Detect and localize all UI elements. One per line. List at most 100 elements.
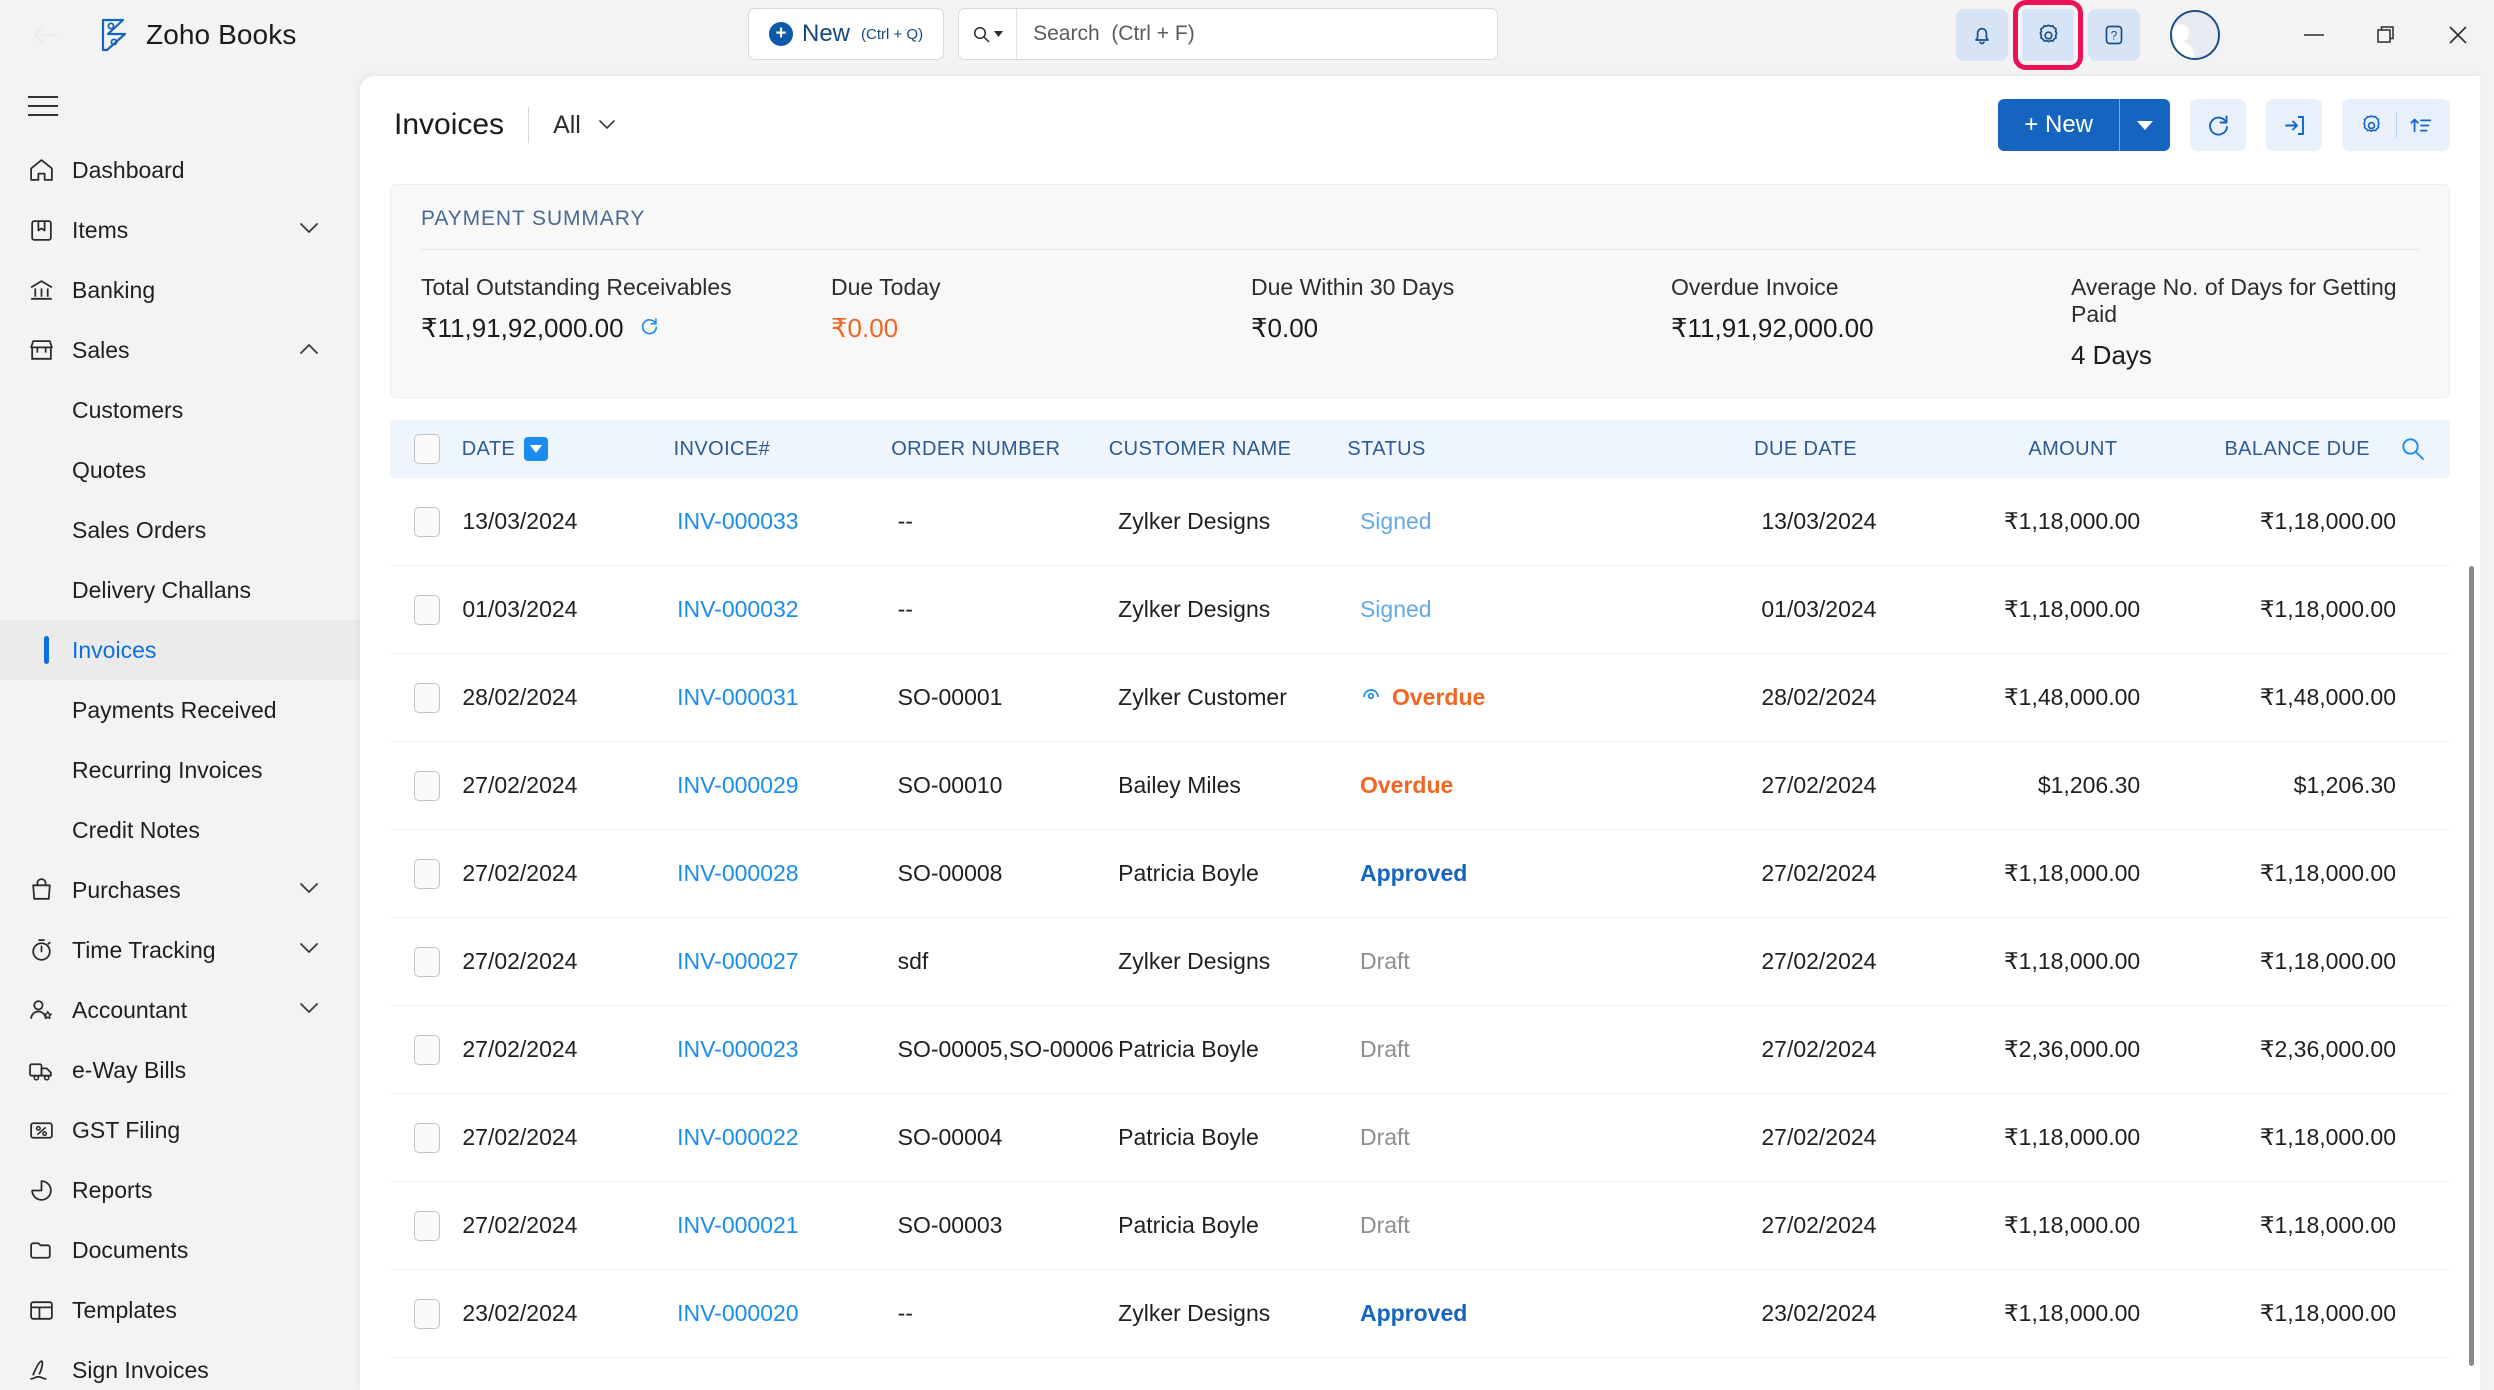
import-export-button[interactable]: [2266, 99, 2322, 151]
invoice-link[interactable]: INV-000022: [677, 1124, 798, 1150]
summary-metric-value: ₹0.00: [1251, 313, 1318, 344]
table-search-button[interactable]: [2400, 436, 2450, 462]
notifications-bell-button[interactable]: [1956, 9, 2008, 61]
filter-down-icon[interactable]: [524, 437, 548, 461]
table-row[interactable]: 27/02/2024INV-000022SO-00004Patricia Boy…: [390, 1094, 2450, 1182]
invoice-link[interactable]: INV-000031: [677, 684, 798, 710]
window-restore-button[interactable]: [2350, 0, 2422, 70]
row-checkbox[interactable]: [414, 771, 440, 801]
sidebar-item-gst-filing[interactable]: GST Filing: [0, 1100, 360, 1160]
sidebar-item-time-tracking[interactable]: Time Tracking: [0, 920, 360, 980]
column-header-invoice[interactable]: INVOICE#: [674, 438, 892, 461]
invoice-link[interactable]: INV-000029: [677, 772, 798, 798]
row-checkbox[interactable]: [414, 1211, 440, 1241]
cell-status: Signed: [1360, 596, 1641, 623]
window-minimize-button[interactable]: [2278, 0, 2350, 70]
column-header-amount[interactable]: AMOUNT: [1875, 438, 2131, 461]
cell-order-number: SO-00003: [898, 1211, 1119, 1240]
sidebar-item-reports[interactable]: Reports: [0, 1160, 360, 1220]
sidebar-item-accountant[interactable]: Accountant: [0, 980, 360, 1040]
row-checkbox[interactable]: [414, 1299, 440, 1329]
sidebar-item-payments-received[interactable]: Payments Received: [0, 680, 360, 740]
vertical-scrollbar[interactable]: [2469, 566, 2474, 1366]
select-all-checkbox[interactable]: [414, 434, 440, 464]
refresh-icon[interactable]: [638, 313, 660, 344]
search-input[interactable]: [1017, 9, 1497, 59]
column-header-status[interactable]: STATUS: [1347, 438, 1624, 461]
sidebar-item-banking[interactable]: Banking: [0, 260, 360, 320]
table-row[interactable]: 27/02/2024INV-000023SO-00005,SO-00006Pat…: [390, 1006, 2450, 1094]
column-header-order-number[interactable]: ORDER NUMBER: [891, 438, 1109, 461]
table-row[interactable]: 27/02/2024INV-000021SO-00003Patricia Boy…: [390, 1182, 2450, 1270]
sidebar-item-e-way-bills[interactable]: e-Way Bills: [0, 1040, 360, 1100]
row-checkbox[interactable]: [414, 1035, 440, 1065]
sidebar-item-sales[interactable]: Sales: [0, 320, 360, 380]
cell-balance-due: ₹1,18,000.00: [2154, 596, 2426, 623]
global-new-button[interactable]: + New (Ctrl + Q): [748, 8, 944, 60]
sidebar-item-purchases[interactable]: Purchases: [0, 860, 360, 920]
view-filter-dropdown[interactable]: All: [553, 111, 615, 140]
column-header-balance-due[interactable]: BALANCE DUE: [2131, 438, 2400, 461]
settings-gear-button[interactable]: [2022, 9, 2074, 61]
order-number-text: SO-00001: [898, 684, 1003, 710]
invoice-link[interactable]: INV-000021: [677, 1212, 798, 1238]
chevron-down-icon[interactable]: [300, 1001, 318, 1019]
row-checkbox[interactable]: [414, 507, 440, 537]
invoice-link[interactable]: INV-000032: [677, 596, 798, 622]
invoice-link[interactable]: INV-000020: [677, 1300, 798, 1326]
row-checkbox[interactable]: [414, 947, 440, 977]
sidebar-item-sign-invoices[interactable]: Sign Invoices: [0, 1340, 360, 1390]
search-category-dropdown[interactable]: [959, 9, 1017, 59]
invoice-link[interactable]: INV-000033: [677, 508, 798, 534]
table-row[interactable]: 23/02/2024INV-000020--Zylker DesignsAppr…: [390, 1270, 2450, 1358]
sidebar-item-customers[interactable]: Customers: [0, 380, 360, 440]
sidebar-item-recurring-invoices[interactable]: Recurring Invoices: [0, 740, 360, 800]
row-checkbox[interactable]: [414, 595, 440, 625]
gear-icon[interactable]: [2359, 113, 2384, 138]
chevron-down-icon[interactable]: [300, 221, 318, 239]
chevron-down-icon[interactable]: [300, 881, 318, 899]
cell-amount: ₹1,18,000.00: [1894, 508, 2154, 535]
new-invoice-dropdown-toggle[interactable]: [2120, 121, 2170, 130]
invoice-link[interactable]: INV-000027: [677, 948, 798, 974]
chevron-up-icon[interactable]: [300, 341, 318, 359]
table-settings-group[interactable]: [2342, 99, 2450, 151]
status-badge: Signed: [1360, 596, 1432, 622]
column-header-customer-name[interactable]: CUSTOMER NAME: [1109, 438, 1348, 461]
help-button[interactable]: ?: [2088, 9, 2140, 61]
global-search[interactable]: [958, 8, 1498, 60]
back-arrow-icon[interactable]: [26, 16, 64, 54]
invoice-link[interactable]: INV-000023: [677, 1036, 798, 1062]
summary-metric-label: Total Outstanding Receivables: [421, 274, 831, 301]
invoice-link[interactable]: INV-000028: [677, 860, 798, 886]
sidebar-item-items[interactable]: Items: [0, 200, 360, 260]
order-number-text: --: [898, 508, 913, 534]
row-checkbox[interactable]: [414, 1123, 440, 1153]
table-row[interactable]: 28/02/2024INV-000031SO-00001Zylker Custo…: [390, 654, 2450, 742]
sidebar-item-invoices[interactable]: Invoices: [0, 620, 360, 680]
column-header-date[interactable]: DATE: [462, 437, 674, 461]
new-invoice-button[interactable]: + New: [1998, 99, 2170, 151]
table-row[interactable]: 01/03/2024INV-000032--Zylker DesignsSign…: [390, 566, 2450, 654]
user-avatar[interactable]: [2170, 10, 2220, 60]
sidebar-item-credit-notes[interactable]: Credit Notes: [0, 800, 360, 860]
column-header-due-date[interactable]: DUE DATE: [1624, 438, 1875, 461]
sidebar-item-quotes[interactable]: Quotes: [0, 440, 360, 500]
sidebar-item-sales-orders[interactable]: Sales Orders: [0, 500, 360, 560]
percent-icon: [28, 1117, 62, 1144]
refresh-button[interactable]: [2190, 99, 2246, 151]
row-checkbox[interactable]: [414, 859, 440, 889]
sidebar-item-dashboard[interactable]: Dashboard: [0, 140, 360, 200]
sidebar-item-templates[interactable]: Templates: [0, 1280, 360, 1340]
window-close-button[interactable]: [2422, 0, 2494, 70]
sidebar-item-documents[interactable]: Documents: [0, 1220, 360, 1280]
sort-ascending-icon[interactable]: [2409, 113, 2434, 138]
table-row[interactable]: 13/03/2024INV-000033--Zylker DesignsSign…: [390, 478, 2450, 566]
table-row[interactable]: 27/02/2024INV-000029SO-00010Bailey Miles…: [390, 742, 2450, 830]
chevron-down-icon[interactable]: [300, 941, 318, 959]
table-row[interactable]: 27/02/2024INV-000028SO-00008Patricia Boy…: [390, 830, 2450, 918]
row-checkbox[interactable]: [414, 683, 440, 713]
sidebar-item-delivery-challans[interactable]: Delivery Challans: [0, 560, 360, 620]
hamburger-icon[interactable]: [28, 88, 68, 124]
table-row[interactable]: 27/02/2024INV-000027sdfZylker DesignsDra…: [390, 918, 2450, 1006]
